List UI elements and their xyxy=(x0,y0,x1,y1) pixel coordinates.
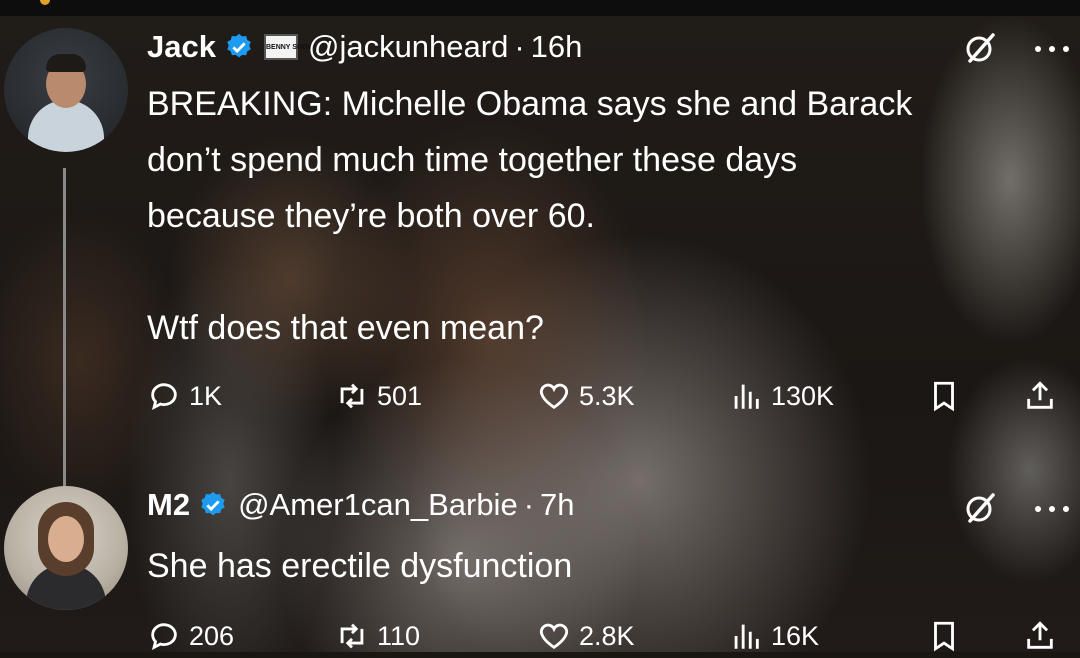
views-icon xyxy=(734,384,759,409)
status-bar xyxy=(0,0,1080,16)
tweet-text-line: BREAKING: Michelle Obama says she and Ba… xyxy=(147,85,913,123)
bookmark-icon xyxy=(934,621,954,652)
views-icon xyxy=(734,624,759,649)
reply-icon xyxy=(151,383,177,411)
tweet[interactable]: Jack BENNY SHOW @jackunheard · 16h BREAK… xyxy=(0,18,1080,494)
verified-badge-icon xyxy=(201,491,225,516)
repost-icon xyxy=(340,623,364,649)
views-button[interactable]: 130K xyxy=(729,374,834,418)
display-name[interactable]: M2 xyxy=(147,487,190,523)
bookmark-icon xyxy=(934,381,954,412)
share-button[interactable] xyxy=(1023,374,1065,418)
tweet-text-line: She has erectile dysfunction xyxy=(147,547,573,585)
share-icon xyxy=(1027,381,1053,409)
action-bar: 1K 501 5.3K 130K xyxy=(147,374,1067,418)
repost-count: 501 xyxy=(377,380,423,411)
tweet[interactable]: M2 @Amer1can_Barbie · 7h She has erectil… xyxy=(0,478,1080,652)
verified-badge-icon xyxy=(227,33,251,58)
views-count: 16K xyxy=(771,620,820,651)
separator: · xyxy=(514,29,525,64)
reply-button[interactable]: 1K xyxy=(147,374,222,418)
tweet-text-line: Wtf does that even mean? xyxy=(147,309,544,347)
repost-button[interactable]: 501 xyxy=(335,374,422,418)
grok-icon[interactable] xyxy=(962,490,998,526)
handle[interactable]: @jackunheard xyxy=(308,29,508,65)
tweet-text: BREAKING: Michelle Obama says she and Ba… xyxy=(147,76,1067,356)
like-button[interactable]: 2.8K xyxy=(537,614,635,658)
status-dot xyxy=(40,0,50,5)
tweet-header: Jack BENNY SHOW @jackunheard · 16h xyxy=(147,22,582,72)
like-icon xyxy=(539,623,569,650)
repost-icon xyxy=(340,383,364,409)
views-count: 130K xyxy=(771,380,835,411)
reply-icon xyxy=(151,623,177,651)
reply-count: 1K xyxy=(189,380,223,411)
views-button[interactable]: 16K xyxy=(729,614,819,658)
display-name[interactable]: Jack xyxy=(147,29,216,65)
action-bar: 206 110 2.8K 16K xyxy=(147,614,1067,658)
more-icon[interactable] xyxy=(1030,44,1074,54)
repost-count: 110 xyxy=(377,620,421,651)
like-count: 5.3K xyxy=(579,380,635,411)
affiliate-badge-text: BENNY SHOW xyxy=(265,43,315,51)
handle[interactable]: @Amer1can_Barbie xyxy=(238,487,518,523)
thread-line xyxy=(63,168,66,494)
avatar[interactable] xyxy=(4,28,128,152)
share-button[interactable] xyxy=(1023,614,1065,658)
tweet-header: M2 @Amer1can_Barbie · 7h xyxy=(147,480,575,530)
repost-button[interactable]: 110 xyxy=(335,614,420,658)
grok-icon[interactable] xyxy=(962,30,998,66)
like-icon xyxy=(539,383,569,410)
separator: · xyxy=(523,487,535,522)
reply-count: 206 xyxy=(189,620,235,651)
tweet-text: She has erectile dysfunction xyxy=(147,538,1067,594)
more-icon[interactable] xyxy=(1030,504,1074,514)
affiliate-badge[interactable]: BENNY SHOW xyxy=(263,34,315,60)
like-count: 2.8K xyxy=(579,620,635,651)
avatar[interactable] xyxy=(4,486,128,610)
tweet-text-line: because they’re both over 60. xyxy=(147,197,595,235)
tweet-text-line: don’t spend much time together these day… xyxy=(147,141,798,179)
reply-button[interactable]: 206 xyxy=(147,614,234,658)
bookmark-button[interactable] xyxy=(927,614,969,658)
bookmark-button[interactable] xyxy=(927,374,969,418)
timestamp[interactable]: 16h xyxy=(531,29,583,65)
share-icon xyxy=(1027,621,1053,649)
like-button[interactable]: 5.3K xyxy=(537,374,635,418)
timestamp[interactable]: 7h xyxy=(540,487,574,523)
